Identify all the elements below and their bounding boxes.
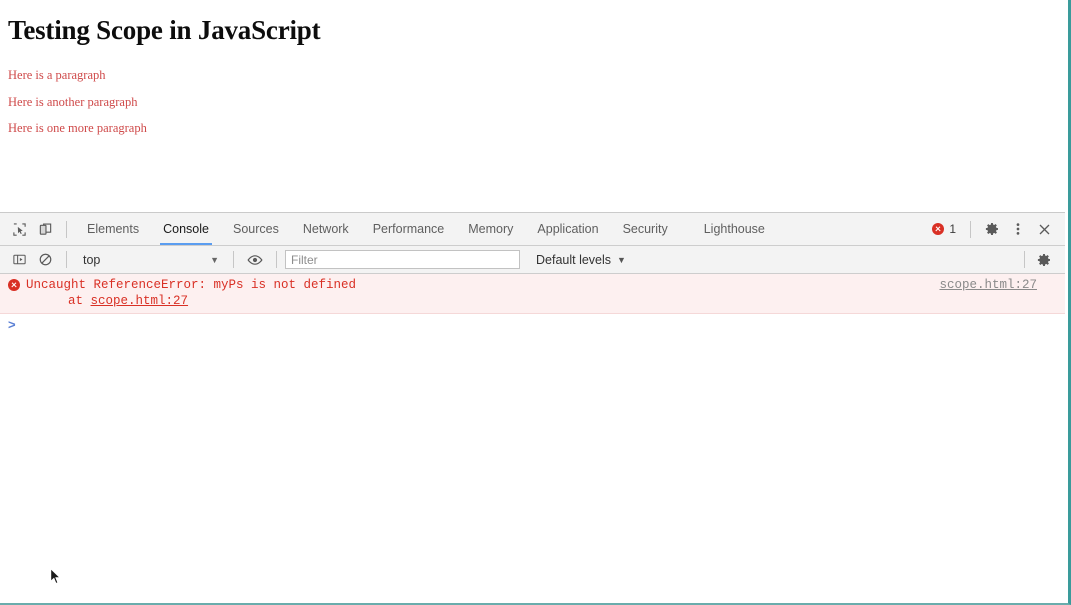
kebab-menu-icon[interactable] xyxy=(1005,216,1031,242)
toolbar-divider xyxy=(66,220,67,238)
console-prompt-row[interactable]: > xyxy=(0,314,1065,334)
stack-prefix: at xyxy=(68,294,91,308)
toolbar-divider xyxy=(66,251,67,268)
console-error-source-link[interactable]: scope.html:27 xyxy=(939,278,1037,292)
filter-input[interactable] xyxy=(285,250,520,269)
browser-window: Testing Scope in JavaScript Here is a pa… xyxy=(0,0,1071,605)
tab-label: Network xyxy=(302,222,349,236)
tab-label: Performance xyxy=(372,222,445,236)
tab-application[interactable]: Application xyxy=(525,213,610,245)
console-error-stack: at scope.html:27 xyxy=(26,293,1057,309)
tab-network[interactable]: Network xyxy=(291,213,361,245)
console-error-row[interactable]: Uncaught ReferenceError: myPs is not def… xyxy=(0,274,1065,314)
paragraph-3: Here is one more paragraph xyxy=(8,121,147,135)
tab-memory[interactable]: Memory xyxy=(456,213,525,245)
prompt-chevron-icon: > xyxy=(8,316,16,332)
tab-lighthouse[interactable]: Lighthouse xyxy=(680,213,777,245)
execution-context-selector[interactable]: top ▼ xyxy=(75,250,225,270)
error-icon xyxy=(8,277,22,291)
error-circle-icon xyxy=(932,223,945,235)
devtools-toolbar-right: 1 xyxy=(926,216,1065,242)
tab-label: Memory xyxy=(468,222,514,236)
error-count-value: 1 xyxy=(949,222,956,236)
inspect-element-icon[interactable] xyxy=(6,216,32,242)
tab-security[interactable]: Security xyxy=(611,213,680,245)
page-title: Testing Scope in JavaScript xyxy=(8,15,321,45)
devtools-tabstrip: Elements Console Sources Network Perform… xyxy=(0,213,1065,246)
tab-console[interactable]: Console xyxy=(151,213,221,245)
toolbar-divider xyxy=(970,220,971,238)
tab-label: Lighthouse xyxy=(703,222,765,236)
gear-icon[interactable] xyxy=(979,216,1005,242)
chevron-down-icon: ▼ xyxy=(617,254,626,265)
console-settings-gear-icon[interactable] xyxy=(1031,247,1057,273)
chevron-down-icon: ▼ xyxy=(210,254,219,265)
console-message-list: Uncaught ReferenceError: myPs is not def… xyxy=(0,274,1065,603)
console-error-text: Uncaught ReferenceError: myPs is not def… xyxy=(26,278,357,292)
stack-source-link[interactable]: scope.html:27 xyxy=(91,294,189,308)
tab-label: Sources xyxy=(232,222,279,236)
device-toolbar-icon[interactable] xyxy=(32,216,58,242)
paragraph-1: Here is a paragraph xyxy=(8,68,106,82)
tab-label: Application xyxy=(537,222,599,236)
error-circle-icon xyxy=(8,279,20,291)
tab-label: Console xyxy=(163,222,209,236)
tab-label: Security xyxy=(622,222,668,236)
page-content-area: Testing Scope in JavaScript Here is a pa… xyxy=(0,0,1065,212)
clear-console-icon[interactable] xyxy=(32,247,58,273)
log-levels-selector[interactable]: Default levels ▼ xyxy=(528,253,634,267)
console-sidebar-icon[interactable] xyxy=(6,247,32,273)
execution-context-value: top xyxy=(83,252,101,267)
log-levels-value: Default levels xyxy=(536,252,612,267)
tab-sources[interactable]: Sources xyxy=(221,213,291,245)
error-count-badge[interactable]: 1 xyxy=(926,222,962,236)
tab-label: Elements xyxy=(87,222,140,236)
live-expression-icon[interactable] xyxy=(242,247,268,273)
tab-elements[interactable]: Elements xyxy=(75,213,151,245)
tab-performance[interactable]: Performance xyxy=(361,213,457,245)
paragraph-2: Here is another paragraph xyxy=(8,95,138,109)
close-icon[interactable] xyxy=(1031,216,1057,242)
toolbar-divider xyxy=(1024,251,1025,268)
devtools-panel: Elements Console Sources Network Perform… xyxy=(0,212,1065,603)
console-toolbar-right xyxy=(1024,247,1065,273)
toolbar-divider xyxy=(276,251,277,268)
console-error-content: Uncaught ReferenceError: myPs is not def… xyxy=(22,277,1057,309)
toolbar-divider xyxy=(233,251,234,268)
console-toolbar: top ▼ Default levels ▼ xyxy=(0,246,1065,274)
mouse-cursor xyxy=(50,568,61,584)
